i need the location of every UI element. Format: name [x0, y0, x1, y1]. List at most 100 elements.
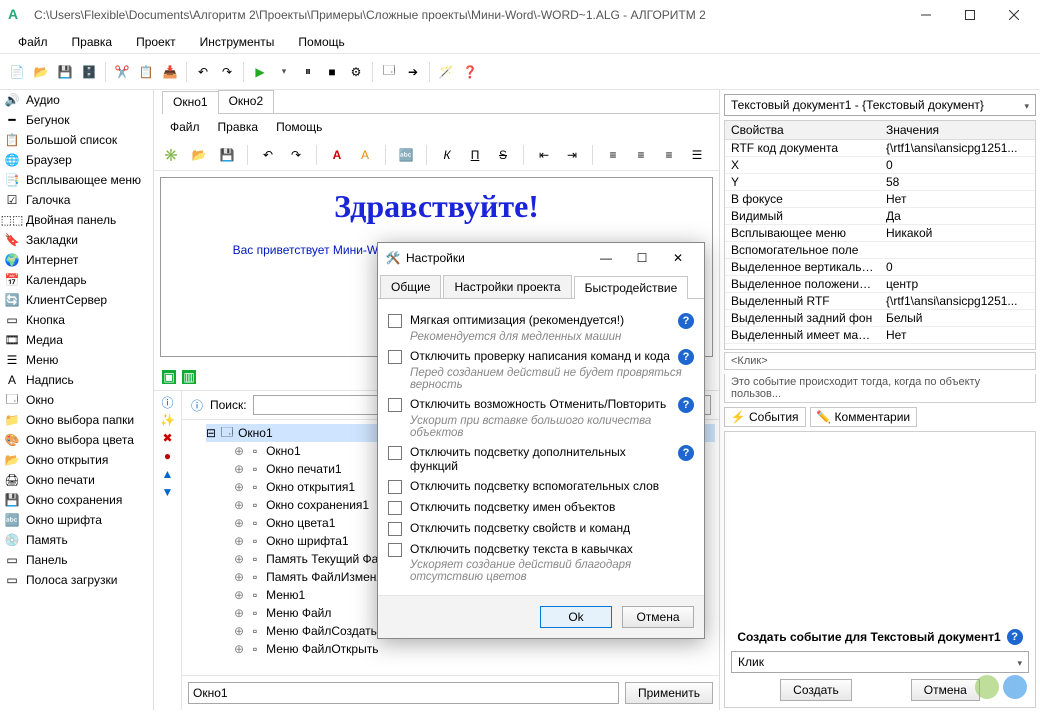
redo-icon[interactable]: ↷	[216, 61, 238, 83]
checkbox-icon[interactable]	[388, 350, 402, 364]
toolbox-item[interactable]: ━Бегунок	[0, 110, 153, 130]
toolbox-item[interactable]: AНадпись	[0, 370, 153, 390]
toolbox-item[interactable]: ☑Галочка	[0, 190, 153, 210]
tab-Окно2[interactable]: Окно2	[218, 90, 275, 113]
stop-icon[interactable]: ■	[321, 61, 343, 83]
settings-tab-0[interactable]: Общие	[380, 275, 441, 298]
setting-option[interactable]: Отключить подсветку имен объектов	[388, 500, 694, 515]
cancel-event-button[interactable]: Отмена	[911, 679, 980, 701]
menu-Инструменты[interactable]: Инструменты	[192, 33, 283, 51]
create-event-button[interactable]: Создать	[780, 679, 852, 701]
doc-menu-Правка[interactable]: Правка	[212, 118, 265, 136]
new-icon[interactable]: 📄	[6, 61, 28, 83]
toolbox-item[interactable]: 🖨Окно печати	[0, 470, 153, 490]
toolbox-item[interactable]: 🔊Аудио	[0, 90, 153, 110]
property-row[interactable]: Выделенный RTF{\rtf1\ansi\ansicpg1251...	[725, 293, 1035, 310]
doc-new-icon[interactable]: ✳️	[160, 144, 182, 166]
search-help-icon[interactable]: ⓘ	[190, 398, 204, 412]
align-left-icon[interactable]: ≡	[602, 144, 624, 166]
menu-Правка[interactable]: Правка	[64, 33, 121, 51]
setting-option[interactable]: Отключить подсветку дополнительных функц…	[388, 445, 694, 473]
wizard-icon[interactable]: 🪄	[435, 61, 457, 83]
toolbox-item[interactable]: 💿Память	[0, 530, 153, 550]
doc-redo-icon[interactable]: ↷	[285, 144, 307, 166]
checkbox-icon[interactable]	[388, 314, 402, 328]
bullets-icon[interactable]: ☰	[686, 144, 708, 166]
delete-node-icon[interactable]: ✖	[161, 431, 175, 445]
event-body[interactable]: Создать событие для Текстовый документ1 …	[724, 431, 1036, 708]
copy-icon[interactable]: 📋	[135, 61, 157, 83]
setting-option[interactable]: Отключить подсветку вспомогательных слов	[388, 479, 694, 494]
maximize-button[interactable]	[948, 1, 992, 29]
font-icon[interactable]: 🔤	[395, 144, 417, 166]
run-icon[interactable]: ▶	[249, 61, 271, 83]
align-center-icon[interactable]: ≡	[630, 144, 652, 166]
object-selector[interactable]: Текстовый документ1 - {Текстовый докумен…	[724, 94, 1036, 116]
event-type-selector[interactable]: Клик	[731, 651, 1029, 673]
property-row[interactable]: В фокусеНет	[725, 191, 1035, 208]
align-right-icon[interactable]: ≡	[658, 144, 680, 166]
settings-tab-2[interactable]: Быстродействие	[574, 276, 689, 299]
create-event-help-icon[interactable]: ?	[1007, 629, 1023, 645]
settings-tab-1[interactable]: Настройки проекта	[443, 275, 571, 298]
run-dropdown-icon[interactable]	[273, 61, 295, 83]
toolbox-item[interactable]: 📁Окно выбора папки	[0, 410, 153, 430]
toolbox-item[interactable]: 🔖Закладки	[0, 230, 153, 250]
setting-option[interactable]: Мягкая оптимизация (рекомендуется!)?	[388, 313, 694, 329]
apply-button[interactable]: Применить	[625, 682, 713, 704]
font-color-icon[interactable]: A	[326, 144, 348, 166]
event-tab-1[interactable]: ✏️Комментарии	[810, 407, 918, 427]
doc-save-icon[interactable]: 💾	[216, 144, 238, 166]
property-row[interactable]: Выделенное положение тек...центр	[725, 276, 1035, 293]
toolbox-item[interactable]: 🌍Интернет	[0, 250, 153, 270]
build-icon[interactable]: ⚙	[345, 61, 367, 83]
option-help-icon[interactable]: ?	[678, 313, 694, 329]
property-row[interactable]: Выделенный задний фонБелый	[725, 310, 1035, 327]
dialog-maximize-button[interactable]: ☐	[624, 245, 660, 271]
property-row[interactable]: RTF код документа{\rtf1\ansi\ansicpg1251…	[725, 140, 1035, 157]
event-tab-0[interactable]: ⚡События	[724, 407, 806, 427]
window-icon[interactable]: 🗔	[378, 61, 400, 83]
property-row[interactable]: X0	[725, 157, 1035, 174]
undo-icon[interactable]: ↶	[192, 61, 214, 83]
underline-icon[interactable]: П	[464, 144, 486, 166]
move-down-icon[interactable]: ▼	[161, 485, 175, 499]
toolbox-item[interactable]: ▭Полоса загрузки	[0, 570, 153, 590]
menu-Проект[interactable]: Проект	[128, 33, 184, 51]
toolbox-item[interactable]: ▭Кнопка	[0, 310, 153, 330]
dialog-close-button[interactable]: ✕	[660, 245, 696, 271]
arrow-right-icon[interactable]: ➔	[402, 61, 424, 83]
indent-dec-icon[interactable]: ⇤	[533, 144, 555, 166]
property-row[interactable]: Выделенное вертикальное ...0	[725, 259, 1035, 276]
cut-icon[interactable]: ✂️	[111, 61, 133, 83]
checkbox-icon[interactable]	[388, 446, 402, 460]
dialog-ok-button[interactable]: Ok	[540, 606, 612, 628]
doc-open-icon[interactable]: 📂	[188, 144, 210, 166]
option-help-icon[interactable]: ?	[678, 397, 694, 413]
toolbox-item[interactable]: ☰Меню	[0, 350, 153, 370]
paste-icon[interactable]: 📥	[159, 61, 181, 83]
doc-undo-icon[interactable]: ↶	[257, 144, 279, 166]
open-icon[interactable]: 📂	[30, 61, 52, 83]
checkbox-icon[interactable]	[388, 398, 402, 412]
menu-Помощь[interactable]: Помощь	[290, 33, 352, 51]
setting-option[interactable]: Отключить подсветку текста в кавычках	[388, 542, 694, 557]
name-input[interactable]	[188, 682, 619, 704]
strike-icon[interactable]: S	[492, 144, 514, 166]
info-icon[interactable]: ⓘ	[161, 395, 175, 409]
highlight-icon[interactable]: A	[354, 144, 376, 166]
toolbox-item[interactable]: ⬚⬚Двойная панель	[0, 210, 153, 230]
toolbox-item[interactable]: ▭Панель	[0, 550, 153, 570]
dialog-minimize-button[interactable]: —	[588, 245, 624, 271]
indent-inc-icon[interactable]: ⇥	[561, 144, 583, 166]
doc-menu-Файл[interactable]: Файл	[164, 118, 206, 136]
record-icon[interactable]: ●	[161, 449, 175, 463]
property-row[interactable]: Вспомогательное поле	[725, 242, 1035, 259]
toolbox-item[interactable]: 💾Окно сохранения	[0, 490, 153, 510]
toolbox-item[interactable]: 🔤Окно шрифта	[0, 510, 153, 530]
dialog-cancel-button[interactable]: Отмена	[622, 606, 694, 628]
setting-option[interactable]: Отключить возможность Отменить/Повторить…	[388, 397, 694, 413]
toolbox-item[interactable]: 🎨Окно выбора цвета	[0, 430, 153, 450]
property-row[interactable]: Всплывающее менюНикакой	[725, 225, 1035, 242]
toolbox-item[interactable]: 📅Календарь	[0, 270, 153, 290]
